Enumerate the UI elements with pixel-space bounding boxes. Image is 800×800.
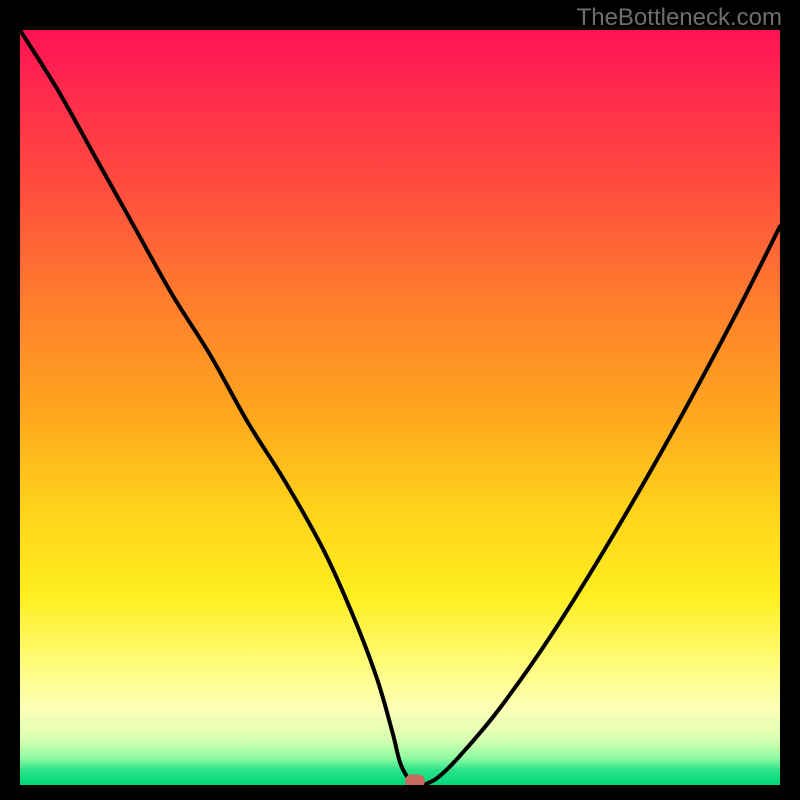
line-plot-svg [20, 30, 780, 785]
bottleneck-chart: TheBottleneck.com [0, 0, 800, 800]
curve-path [20, 30, 780, 785]
watermark-text: TheBottleneck.com [577, 4, 782, 32]
optimal-point-marker [405, 775, 425, 786]
plot-area [20, 30, 780, 785]
